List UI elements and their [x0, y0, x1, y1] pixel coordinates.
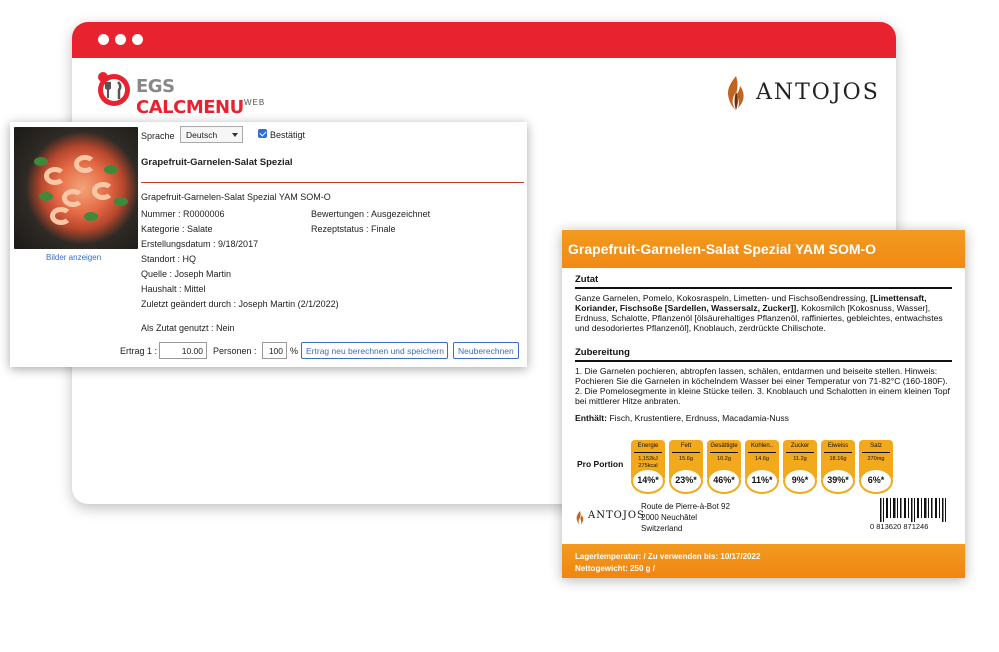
yield-label: Ertrag 1 : [120, 346, 158, 356]
preparation-heading: Zubereitung [575, 347, 630, 358]
address-line: Switzerland [641, 524, 683, 533]
preparation-text: 1. Die Garnelen pochieren, abtropfen las… [575, 366, 950, 406]
persons-input[interactable]: 100 [262, 342, 287, 359]
label-title: Grapefruit-Garnelen-Salat Spezial YAM SO… [562, 230, 965, 268]
barcode-number: 0 813620 871246 [870, 522, 929, 531]
recipe-rating: Bewertungen : Ausgezeichnet [311, 209, 431, 219]
address-line: Route de Pierre-à-Bot 92 [641, 502, 730, 511]
ingredients-text: Ganze Garnelen, Pomelo, Kokosraspeln, Li… [575, 293, 943, 333]
window-dot-icon[interactable] [132, 34, 143, 45]
recipe-photo[interactable] [14, 127, 138, 249]
recipe-modified: Zuletzt geändert durch : Joseph Martin (… [141, 299, 339, 309]
confirmed-checkbox[interactable] [258, 129, 267, 138]
chef-logo-icon [98, 72, 130, 106]
recipe-household: Haushalt : Mittel [141, 284, 206, 294]
nutrient-badge-protein: Eiweiss 18.16g 39%* [821, 440, 855, 496]
show-images-link[interactable]: Bilder anzeigen [46, 253, 101, 262]
address-line: 2000 Neuchâtel [641, 513, 698, 522]
recipe-status: Rezeptstatus : Finale [311, 224, 396, 234]
recalculate-save-button[interactable]: Ertrag neu berechnen und speichern [301, 342, 448, 359]
net-weight-text: Nettogewicht: 250 g / [575, 564, 656, 573]
nutrition-label-card: Grapefruit-Garnelen-Salat Spezial YAM SO… [562, 230, 965, 578]
recipe-subtitle: Grapefruit-Garnelen-Salat Spezial YAM SO… [141, 192, 331, 202]
recalculate-button[interactable]: Neuberechnen [453, 342, 519, 359]
recipe-number: Nummer : R0000006 [141, 209, 225, 219]
flame-icon [728, 76, 744, 110]
recipe-detail-panel: Bilder anzeigen Sprache Deutsch Bestätig… [10, 122, 527, 367]
nutrient-badge-sugar: Zucker 11.2g 9%* [783, 440, 817, 496]
egs-brand-text: EGS CALCMENU [136, 76, 244, 118]
used-as-ingredient: Als Zutat genutzt : Nein [141, 323, 235, 333]
egs-calcmenu-logo: EGS CALCMENU WEB [94, 68, 274, 118]
label-footer: Lagertemperatur: / Zu verwenden bis: 10/… [562, 544, 965, 578]
divider [575, 360, 952, 362]
persons-label: Personen : [213, 346, 257, 356]
browser-title-bar [72, 22, 896, 58]
confirmed-label: Bestätigt [270, 130, 306, 140]
egs-web-tag: WEB [244, 98, 266, 107]
language-select[interactable]: Deutsch [180, 126, 243, 143]
ingredients-heading: Zutat [575, 274, 599, 285]
antojos-wordmark: ANTOJOS [756, 80, 880, 105]
nutrient-badge-carbs: Kohlen.. 14.6g 11%* [745, 440, 779, 496]
recipe-source: Quelle : Joseph Martin [141, 269, 232, 279]
per-portion-label: Pro Portion [577, 459, 624, 469]
window-dot-icon[interactable] [115, 34, 126, 45]
antojos-label-logo: ANTOJOS [574, 510, 644, 528]
percent-sign: % [290, 346, 299, 356]
allergens-text: Enthält: Fisch, Krustentiere, Erdnuss, M… [575, 413, 789, 423]
chevron-down-icon [232, 133, 238, 137]
nutrient-badge-salt: Salz 270mg 6%* [859, 440, 893, 496]
nutrient-badge-fat: Fett 15.6g 23%* [669, 440, 703, 496]
divider [575, 287, 952, 289]
recipe-location: Standort : HQ [141, 254, 197, 264]
storage-text: Lagertemperatur: / Zu verwenden bis: 10/… [575, 552, 761, 561]
nutrient-badge-saturated: Gesättigte 10.2g 46%* [707, 440, 741, 496]
divider [141, 182, 524, 183]
language-label: Sprache [141, 131, 175, 141]
window-dot-icon[interactable] [98, 34, 109, 45]
recipe-category: Kategorie : Salate [141, 224, 213, 234]
flame-icon [576, 510, 584, 526]
recipe-title: Grapefruit-Garnelen-Salat Spezial [141, 157, 293, 168]
nutrient-badge-energy: Energie 1,152kJ 275kcal 14%* [631, 440, 665, 496]
yield-input[interactable]: 10.00 [159, 342, 207, 359]
recipe-created: Erstellungsdatum : 9/18/2017 [141, 239, 259, 249]
antojos-wordmark: ANTOJOS [588, 510, 645, 521]
